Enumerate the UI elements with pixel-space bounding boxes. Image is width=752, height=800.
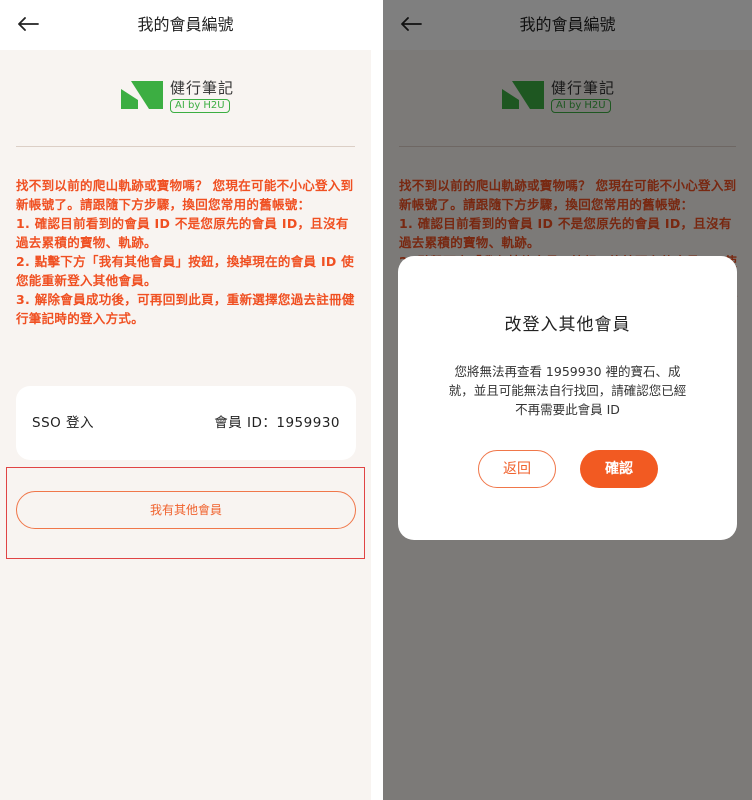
other-member-button[interactable]: 我有其他會員	[16, 491, 356, 529]
member-id-value: 會員 ID：1959930	[214, 415, 340, 431]
notice-text: 找不到以前的爬山軌跡或寶物嗎？ 您現在可能不小心登入到新帳號了。請跟隨下方步驟，…	[16, 178, 355, 326]
hiking-logo-icon	[120, 79, 164, 113]
divider	[16, 146, 355, 147]
login-type-label: SSO 登入	[32, 415, 95, 431]
left-screen: 我的會員編號 健行筆記 AI by H2U 找不到以前的爬山軌跡或寶物嗎？ 您現…	[0, 0, 371, 800]
dialog-message: 您將無法再查看 1959930 裡的寶石、成 就，並且可能無法自行找回，請確認您…	[448, 364, 687, 417]
confirm-button[interactable]: 確認	[580, 450, 658, 488]
page-title: 我的會員編號	[137, 15, 234, 34]
account-card: SSO 登入 會員 ID：1959930	[16, 386, 356, 460]
return-button[interactable]: 返回	[478, 450, 556, 488]
dialog-title: 改登入其他會員	[504, 315, 631, 335]
top-bar: 我的會員編號	[0, 0, 371, 50]
app-logo: 健行筆記 AI by H2U	[120, 78, 234, 114]
panel-separator	[371, 0, 383, 800]
confirm-dialog: 改登入其他會員 您將無法再查看 1959930 裡的寶石、成 就，並且可能無法自…	[398, 256, 737, 540]
right-screen: 我的會員編號 健行筆記 AI by H2U 找不到以前的爬山軌跡或寶物嗎？ 您現…	[383, 0, 752, 800]
logo-name: 健行筆記	[170, 79, 235, 97]
logo-badge: AI by H2U	[170, 99, 230, 113]
